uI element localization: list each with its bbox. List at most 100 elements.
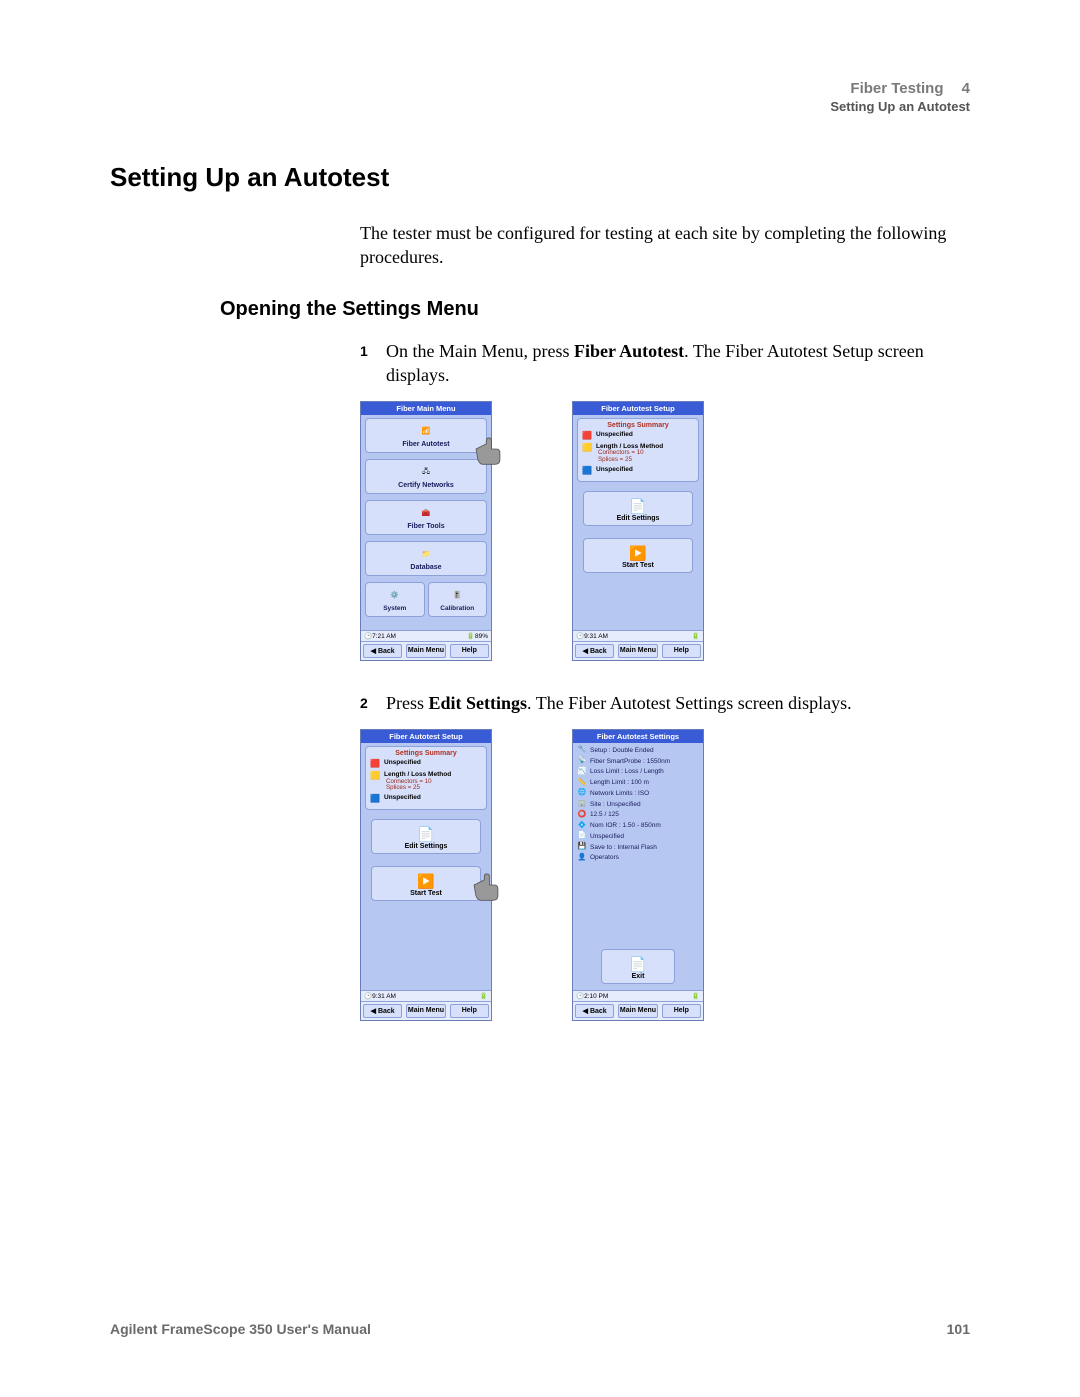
status-bar: 🕒 9:31 AM 🔋 <box>361 990 491 1001</box>
back-button[interactable]: ◀ Back <box>575 1004 614 1018</box>
play-icon: ▶️ <box>586 545 690 562</box>
menu-item-database[interactable]: 📁 Database <box>365 541 487 576</box>
back-button[interactable]: ◀ Back <box>363 644 402 658</box>
site-icon: 🟥 <box>370 759 380 769</box>
status-bar: 🕒 2:10 PM 🔋 <box>573 990 703 1001</box>
unspec-icon: 📄 <box>577 832 587 841</box>
gear-icon: ⚙️ <box>368 587 422 603</box>
settings-summary: Settings Summary 🟥Unspecified 🟨Length / … <box>365 746 487 810</box>
operator-icon: 👤 <box>577 854 587 863</box>
edit-settings-button[interactable]: 📄 Edit Settings <box>583 491 693 526</box>
clock-icon: 🕒 <box>576 632 584 640</box>
list-item[interactable]: 📏Length Limit : 100 m <box>575 778 701 789</box>
device-main-menu: Fiber Main Menu 📶 Fiber Autotest 🖧 Certi… <box>360 401 492 661</box>
chapter-number: 4 <box>962 80 970 97</box>
core-icon: ⭕ <box>577 811 587 820</box>
ior-icon: 💠 <box>577 822 587 831</box>
main-menu-button[interactable]: Main Menu <box>618 1004 657 1018</box>
network-icon: 🖧 <box>368 464 484 480</box>
list-item[interactable]: 🌐Network Limits : ISO <box>575 788 701 799</box>
site-icon: 🟥 <box>582 431 592 441</box>
list-item[interactable]: 🏢Site : Unspecified <box>575 799 701 810</box>
menu-item-fiber-autotest[interactable]: 📶 Fiber Autotest <box>365 418 487 453</box>
tester-icon: 📶 <box>368 423 484 439</box>
list-item[interactable]: 💠Nom IOR : 1.50 - 850nm <box>575 821 701 832</box>
save-icon: 💾 <box>577 843 587 852</box>
main-menu-button[interactable]: Main Menu <box>406 1004 445 1018</box>
setup-icon: 🔧 <box>577 746 587 755</box>
heading-2: Opening the Settings Menu <box>220 298 970 321</box>
main-menu-button[interactable]: Main Menu <box>406 644 445 658</box>
device-autotest-setup: Fiber Autotest Setup Settings Summary 🟥U… <box>572 401 704 661</box>
battery-icon: 🔋 <box>692 632 700 640</box>
list-item[interactable]: 📉Loss Limit : Loss / Length <box>575 767 701 778</box>
pointing-hand-icon <box>471 432 505 466</box>
device-autotest-setup-2: Fiber Autotest Setup Settings Summary 🟥U… <box>360 729 492 1021</box>
limit-icon: 🟨 <box>370 771 380 781</box>
site-icon: 🏢 <box>577 800 587 809</box>
loss-icon: 📉 <box>577 768 587 777</box>
clock-icon: 🕒 <box>364 632 372 640</box>
settings-list: 🔧Setup : Double Ended 📡Fiber SmartProbe … <box>575 745 701 863</box>
list-item[interactable]: 📄Unspecified <box>575 831 701 842</box>
menu-item-system[interactable]: ⚙️ System <box>365 582 425 617</box>
main-menu-button[interactable]: Main Menu <box>618 644 657 658</box>
fiber-icon: 🟦 <box>370 794 380 804</box>
help-button[interactable]: Help <box>662 1004 701 1018</box>
probe-icon: 📡 <box>577 757 587 766</box>
back-button[interactable]: ◀ Back <box>363 1004 402 1018</box>
device-titlebar: Fiber Autotest Setup <box>361 730 491 743</box>
exit-button[interactable]: 📄 Exit <box>601 949 675 984</box>
step-number: 2 <box>360 691 374 715</box>
screenshot-row-1: Fiber Main Menu 📶 Fiber Autotest 🖧 Certi… <box>360 401 970 661</box>
menu-item-tools[interactable]: 🧰 Fiber Tools <box>365 500 487 535</box>
battery-icon: 🔋 <box>692 992 700 1000</box>
page-header: Fiber Testing 4 Setting Up an Autotest <box>110 80 970 114</box>
help-button[interactable]: Help <box>450 1004 489 1018</box>
limit-icon: 🟨 <box>582 443 592 453</box>
clock-icon: 🕒 <box>364 992 372 1000</box>
help-button[interactable]: Help <box>662 644 701 658</box>
document-icon: 📄 <box>586 498 690 515</box>
list-item[interactable]: 📡Fiber SmartProbe : 1550nm <box>575 756 701 767</box>
battery-icon: 🔋 <box>480 992 488 1000</box>
status-bar: 🕒 9:31 AM 🔋 <box>573 630 703 641</box>
toolbox-icon: 🧰 <box>368 505 484 521</box>
list-item[interactable]: 💾Save to : Internal Flash <box>575 842 701 853</box>
edit-settings-button[interactable]: 📄 Edit Settings <box>371 819 481 854</box>
status-bar: 🕒 7:21 AM 🔋 89% <box>361 630 491 641</box>
section-name: Setting Up an Autotest <box>110 99 970 114</box>
document-icon: 📄 <box>374 826 478 843</box>
list-item[interactable]: 👤Operators <box>575 853 701 864</box>
device-titlebar: Fiber Autotest Setup <box>573 402 703 415</box>
play-icon: ▶️ <box>374 873 478 890</box>
step-text: On the Main Menu, press Fiber Autotest. … <box>386 339 970 388</box>
step-1: 1 On the Main Menu, press Fiber Autotest… <box>360 339 970 388</box>
list-item[interactable]: 🔧Setup : Double Ended <box>575 745 701 756</box>
device-titlebar: Fiber Autotest Settings <box>573 730 703 743</box>
footer-title: Agilent FrameScope 350 User's Manual <box>110 1321 371 1337</box>
help-button[interactable]: Help <box>450 644 489 658</box>
menu-item-certify[interactable]: 🖧 Certify Networks <box>365 459 487 494</box>
screenshot-row-2: Fiber Autotest Setup Settings Summary 🟥U… <box>360 729 970 1021</box>
pointing-hand-icon <box>469 868 503 902</box>
clock-icon: 🕒 <box>576 992 584 1000</box>
heading-1: Setting Up an Autotest <box>110 162 970 193</box>
back-button[interactable]: ◀ Back <box>575 644 614 658</box>
folder-icon: 📁 <box>368 546 484 562</box>
network-icon: 🌐 <box>577 789 587 798</box>
battery-icon: 🔋 <box>467 632 475 640</box>
length-icon: 📏 <box>577 779 587 788</box>
settings-summary: Settings Summary 🟥Unspecified 🟨Length / … <box>577 418 699 482</box>
list-item[interactable]: ⭕12.5 / 125 <box>575 810 701 821</box>
start-test-button[interactable]: ▶️ Start Test <box>371 866 481 901</box>
page-number: 101 <box>947 1321 970 1337</box>
start-test-button[interactable]: ▶️ Start Test <box>583 538 693 573</box>
intro-paragraph: The tester must be configured for testin… <box>360 221 970 270</box>
chapter-name: Fiber Testing <box>850 80 943 97</box>
step-2: 2 Press Edit Settings. The Fiber Autotes… <box>360 691 970 715</box>
dial-icon: 🎚️ <box>431 587 485 603</box>
menu-item-calibration[interactable]: 🎚️ Calibration <box>428 582 488 617</box>
device-autotest-settings: Fiber Autotest Settings 🔧Setup : Double … <box>572 729 704 1021</box>
page-footer: Agilent FrameScope 350 User's Manual 101 <box>110 1321 970 1337</box>
